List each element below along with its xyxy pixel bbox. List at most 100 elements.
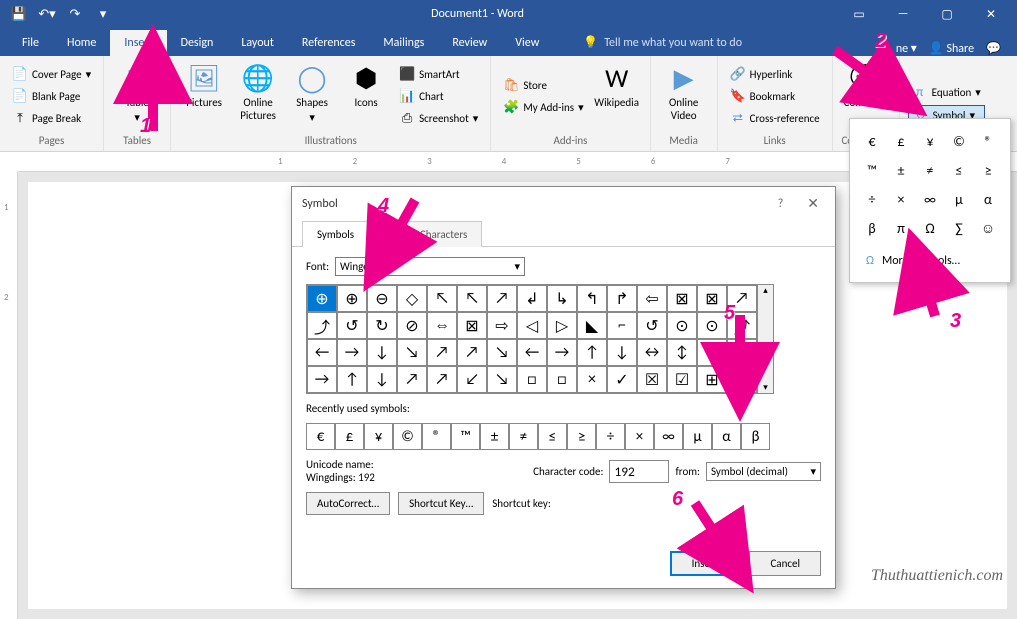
symbol-cell[interactable]: ™	[858, 156, 886, 184]
char-cell[interactable]: ✓	[607, 366, 637, 393]
char-cell[interactable]: □	[517, 366, 547, 393]
symbol-cell[interactable]: ¥	[916, 127, 944, 155]
symbol-cell[interactable]: £	[887, 127, 915, 155]
symbol-cell[interactable]: ®	[974, 127, 1002, 155]
symbol-cell[interactable]: ©	[945, 127, 973, 155]
tab-design[interactable]: Design	[167, 30, 228, 56]
char-cell[interactable]: ⇔	[427, 312, 457, 339]
insert-button[interactable]: Insert	[670, 551, 740, 576]
online-video-button[interactable]: ▶Online Video	[659, 60, 709, 132]
autocorrect-button[interactable]: AutoCorrect…	[306, 492, 390, 515]
tab-view[interactable]: View	[501, 30, 553, 56]
char-cell[interactable]: ⊙	[697, 312, 727, 339]
recent-cell[interactable]: ≤	[538, 423, 567, 450]
tell-me-search[interactable]: 💡 Tell me what you want to do	[573, 29, 752, 56]
font-select[interactable]: Wingdings ▾	[335, 257, 525, 276]
recent-cell[interactable]: ±	[480, 423, 509, 450]
recent-cell[interactable]: €	[306, 423, 335, 450]
symbol-cell[interactable]: ☺	[974, 214, 1002, 242]
recent-cell[interactable]: α	[712, 423, 741, 450]
screenshot-button[interactable]: ⎙Screenshot ▾	[395, 108, 482, 128]
online-pictures-button[interactable]: 🌐Online Pictures	[233, 60, 283, 132]
save-icon[interactable]: 💾	[6, 2, 32, 26]
undo-icon[interactable]: ↶▾	[34, 2, 60, 26]
char-cell[interactable]: ↖	[697, 339, 727, 366]
char-cell[interactable]: ⇨	[487, 312, 517, 339]
recent-cell[interactable]: ≥	[567, 423, 596, 450]
symbol-cell[interactable]: ≠	[916, 156, 944, 184]
customize-qat-icon[interactable]: ▾	[90, 2, 116, 26]
char-cell[interactable]: ↘	[487, 339, 517, 366]
store-button[interactable]: 🛍Store	[499, 75, 587, 95]
char-cell[interactable]: ⊠	[667, 285, 697, 312]
grid-scrollbar[interactable]: ▴▾	[758, 284, 774, 394]
symbol-cell[interactable]: µ	[945, 185, 973, 213]
char-cell[interactable]: ↗	[427, 366, 457, 393]
maximize-icon[interactable]: ▢	[927, 2, 967, 26]
table-button[interactable]: ⊞ Table▾	[112, 60, 162, 132]
char-cell[interactable]: □	[547, 366, 577, 393]
recent-cell[interactable]: ×	[625, 423, 654, 450]
recent-cell[interactable]: ¥	[364, 423, 393, 450]
cover-page-button[interactable]: 📄Cover Page ▾	[8, 64, 95, 84]
char-cell[interactable]: ☒	[637, 366, 667, 393]
shortcut-key-button[interactable]: Shortcut Key…	[398, 492, 484, 515]
char-cell[interactable]: ⊕	[307, 285, 337, 312]
equation-button[interactable]: πEquation ▾	[908, 83, 985, 103]
char-cell[interactable]: ↰	[577, 285, 607, 312]
symbol-cell[interactable]: ∞	[916, 185, 944, 213]
my-addins-button[interactable]: 🧩My Add-ins ▾	[499, 97, 587, 117]
char-cell[interactable]: ↗	[427, 339, 457, 366]
recent-cell[interactable]: ®	[422, 423, 451, 450]
char-cell[interactable]: ⊖	[367, 285, 397, 312]
dialog-close-icon[interactable]: ✕	[801, 195, 825, 212]
char-cell[interactable]: ↺	[337, 312, 367, 339]
tab-file[interactable]: File	[8, 30, 53, 56]
char-cell[interactable]: ←	[517, 339, 547, 366]
char-cell[interactable]: ↗	[487, 285, 517, 312]
char-cell[interactable]: ⤴	[307, 312, 337, 339]
char-cell[interactable]: ↖	[457, 285, 487, 312]
dialog-help-icon[interactable]: ?	[778, 197, 784, 211]
shapes-button[interactable]: ◯Shapes▾	[287, 60, 337, 132]
ribbon-options-icon[interactable]: ▭	[839, 2, 879, 26]
cross-reference-button[interactable]: ⮂Cross-reference	[726, 108, 824, 128]
char-cell[interactable]: ◇	[397, 285, 427, 312]
char-cell[interactable]: ↓	[367, 366, 397, 393]
tab-references[interactable]: References	[288, 30, 370, 56]
char-cell[interactable]: ⇦	[637, 285, 667, 312]
symbol-cell[interactable]: β	[858, 214, 886, 242]
char-cell[interactable]: ↙	[457, 366, 487, 393]
smartart-button[interactable]: ⬛SmartArt	[395, 64, 482, 84]
char-cell[interactable]: ⊙	[667, 312, 697, 339]
char-cell[interactable]: ↱	[607, 285, 637, 312]
recent-cell[interactable]: ÷	[596, 423, 625, 450]
symbol-cell[interactable]: ÷	[858, 185, 886, 213]
char-cell[interactable]: ↑	[577, 339, 607, 366]
feedback-icon[interactable]: 💬	[986, 41, 1001, 56]
blank-page-button[interactable]: 📄Blank Page	[8, 86, 95, 106]
recent-cell[interactable]: β	[741, 423, 770, 450]
recent-cell[interactable]: ∞	[654, 423, 683, 450]
page-break-button[interactable]: ⤒Page Break	[8, 108, 95, 128]
char-cell[interactable]: ◣	[577, 312, 607, 339]
char-cell[interactable]: ⌐	[607, 312, 637, 339]
hyperlink-button[interactable]: 🔗Hyperlink	[726, 64, 824, 84]
char-cell[interactable]	[727, 366, 757, 393]
char-cell[interactable]: ↓	[607, 339, 637, 366]
recent-cell[interactable]: £	[335, 423, 364, 450]
minimize-icon[interactable]: —	[883, 2, 923, 26]
chart-button[interactable]: 📊Chart	[395, 86, 482, 106]
tab-insert[interactable]: Insert	[110, 30, 166, 56]
char-cell[interactable]: ⊠	[457, 312, 487, 339]
from-select[interactable]: Symbol (decimal)▾	[706, 462, 821, 481]
char-cell[interactable]: ↕	[667, 339, 697, 366]
char-cell[interactable]: ⊞	[697, 366, 727, 393]
tab-symbols[interactable]: Symbols	[302, 221, 369, 247]
char-cell[interactable]: →	[307, 366, 337, 393]
recent-cell[interactable]: ≠	[509, 423, 538, 450]
tab-layout[interactable]: Layout	[227, 30, 288, 56]
char-cell[interactable]: →	[337, 339, 367, 366]
symbol-cell[interactable]: π	[887, 214, 915, 242]
char-cell[interactable]: ☑	[667, 366, 697, 393]
